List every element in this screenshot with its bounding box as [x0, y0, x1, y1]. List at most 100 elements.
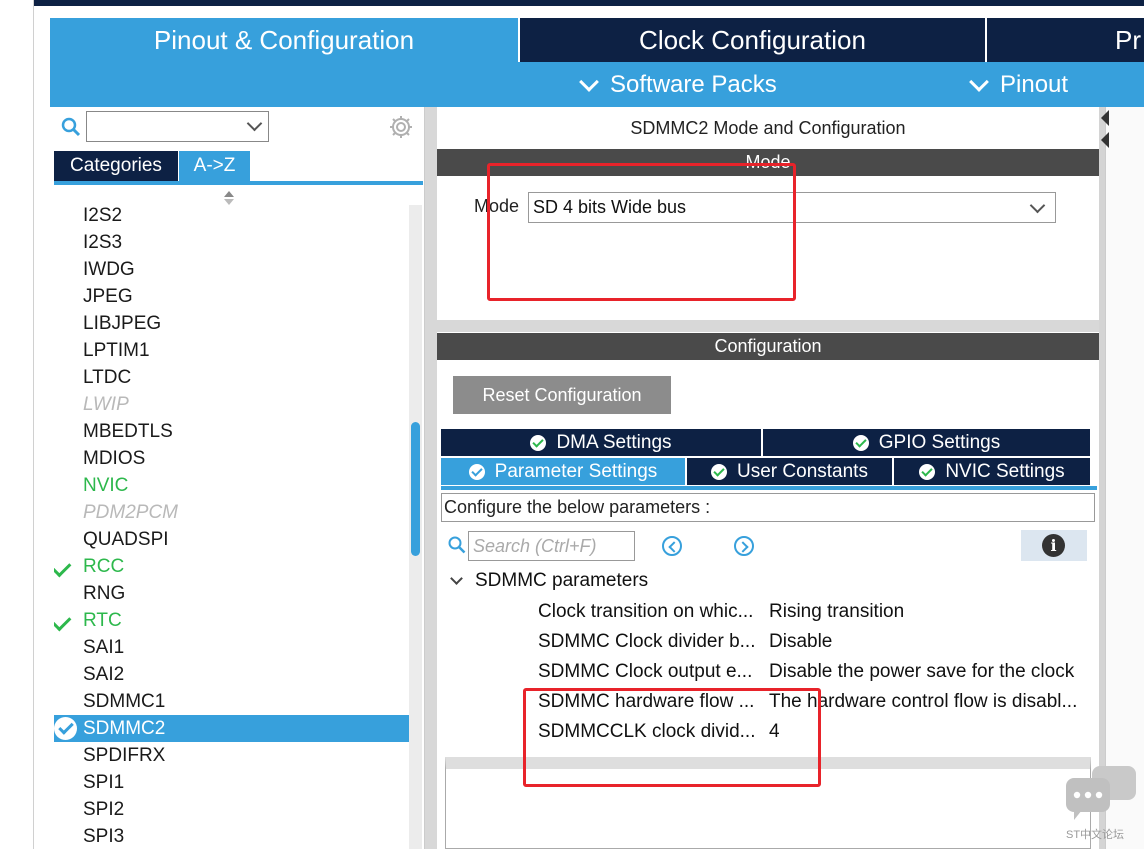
peripheral-item[interactable]: IWDG	[54, 256, 409, 283]
tab-clock-configuration[interactable]: Clock Configuration	[520, 18, 985, 62]
peripheral-item-label: SPDIFRX	[83, 745, 166, 766]
tab-project-manager[interactable]: Pr	[987, 18, 1144, 62]
panel-splitter[interactable]	[425, 107, 437, 849]
peripheral-item[interactable]: MBEDTLS	[54, 418, 409, 445]
peripheral-item[interactable]: SPI3	[54, 823, 409, 849]
peripheral-item-label: SDMMC1	[83, 691, 166, 712]
peripheral-item[interactable]: MDIOS	[54, 445, 409, 472]
peripheral-item[interactable]: SPI2	[54, 796, 409, 823]
section-divider	[437, 320, 1099, 332]
highlight-box-parameters	[523, 688, 821, 787]
check-circle-icon	[54, 717, 77, 740]
tab-a-to-z[interactable]: A->Z	[179, 151, 250, 181]
peripheral-item[interactable]: JPEG	[54, 283, 409, 310]
peripheral-item[interactable]: I2S3	[54, 229, 409, 256]
tab-nvic-settings[interactable]: NVIC Settings	[894, 458, 1090, 485]
tab-underline	[54, 181, 423, 185]
software-packs-menu[interactable]: Software Packs	[579, 62, 777, 107]
pinout-view-pane	[1105, 107, 1144, 849]
peripheral-item[interactable]: RTC	[54, 607, 409, 634]
software-packs-label: Software Packs	[610, 70, 777, 98]
peripheral-item[interactable]: SPDIFRX	[54, 742, 409, 769]
peripheral-item[interactable]: RNG	[54, 580, 409, 607]
peripheral-item[interactable]: SDMMC1	[54, 688, 409, 715]
next-match-icon[interactable]	[734, 536, 754, 556]
peripheral-item-label: SPI3	[83, 826, 125, 847]
peripheral-item-label: SPI1	[83, 772, 125, 793]
peripheral-item-label: SPI2	[83, 799, 125, 820]
parameter-group-label[interactable]: SDMMC parameters	[475, 570, 648, 592]
peripheral-item-label: PDM2PCM	[83, 502, 179, 523]
search-icon[interactable]	[61, 117, 81, 137]
check-icon	[54, 611, 72, 632]
parameter-row[interactable]: SDMMC Clock divider b... Disable	[538, 627, 1088, 657]
check-icon	[54, 557, 72, 578]
peripheral-item-label: MDIOS	[83, 448, 146, 469]
peripheral-item-label: SAI2	[83, 664, 125, 685]
gear-icon[interactable]	[388, 114, 414, 140]
sort-icon[interactable]	[223, 190, 235, 206]
highlight-box-mode	[487, 163, 796, 301]
peripheral-item[interactable]: NVIC	[54, 472, 409, 499]
info-button[interactable]: i	[1021, 530, 1087, 561]
peripheral-item[interactable]: SDMMC2	[54, 715, 409, 742]
tab-parameter-settings[interactable]: Parameter Settings	[441, 458, 685, 485]
parameter-search-input[interactable]: Search (Ctrl+F)	[468, 531, 635, 561]
tab-label: Parameter Settings	[494, 460, 658, 482]
peripheral-item[interactable]: LIBJPEG	[54, 310, 409, 337]
window-left-gutter	[0, 0, 34, 849]
chevron-down-icon	[1029, 197, 1046, 214]
parameter-name: SDMMC Clock output e...	[538, 661, 753, 682]
scrollbar-thumb[interactable]	[411, 422, 420, 556]
chevron-down-icon	[579, 71, 599, 92]
peripheral-item[interactable]: LPTIM1	[54, 337, 409, 364]
tab-gpio-settings[interactable]: GPIO Settings	[763, 429, 1090, 456]
pinout-menu-label: Pinout	[1000, 70, 1069, 98]
peripheral-item[interactable]: LTDC	[54, 364, 409, 391]
tab-underline	[441, 486, 1097, 490]
pinout-menu[interactable]: Pinout	[969, 62, 1069, 107]
peripheral-item-label: LPTIM1	[83, 340, 150, 361]
parameter-value[interactable]: Disable	[769, 627, 1087, 657]
peripheral-item-label: LTDC	[83, 367, 132, 388]
reset-configuration-button[interactable]: Reset Configuration	[453, 376, 671, 414]
peripheral-item[interactable]: SAI2	[54, 661, 409, 688]
peripheral-search-combo[interactable]	[86, 111, 269, 142]
peripheral-item[interactable]: I2S2	[54, 205, 409, 229]
parameter-row[interactable]: SDMMC Clock output e... Disable the power…	[538, 657, 1088, 687]
search-icon	[448, 536, 466, 554]
peripheral-item[interactable]: PDM2PCM	[54, 499, 409, 526]
tab-label: GPIO Settings	[878, 431, 1001, 453]
peripheral-item-label: LIBJPEG	[83, 313, 162, 334]
ok-check-icon	[919, 463, 936, 480]
peripheral-item-label: NVIC	[83, 475, 129, 496]
peripheral-item[interactable]: SPI1	[54, 769, 409, 796]
parameter-name: Clock transition on whic...	[538, 601, 754, 622]
pinout-view-collapsed	[1099, 107, 1144, 849]
peripheral-item[interactable]: QUADSPI	[54, 526, 409, 553]
ok-check-icon	[852, 434, 869, 451]
parameter-name: SDMMC Clock divider b...	[538, 631, 756, 652]
info-icon: i	[1042, 534, 1065, 557]
peripheral-item-label: IWDG	[83, 259, 135, 280]
previous-match-icon[interactable]	[662, 536, 682, 556]
parameter-value[interactable]: Rising transition	[769, 597, 1087, 627]
peripheral-item[interactable]: RCC	[54, 553, 409, 580]
tab-pinout-configuration[interactable]: Pinout & Configuration	[50, 18, 518, 62]
tab-user-constants[interactable]: User Constants	[687, 458, 892, 485]
parameters-hint: Configure the below parameters :	[441, 493, 1095, 522]
collapse-left-icon[interactable]	[1101, 110, 1109, 126]
peripheral-item[interactable]: LWIP	[54, 391, 409, 418]
tab-dma-settings[interactable]: DMA Settings	[441, 429, 761, 456]
peripheral-item-label: I2S3	[83, 232, 123, 253]
parameter-row[interactable]: Clock transition on whic... Rising transi…	[538, 597, 1088, 627]
chevron-down-icon	[969, 71, 989, 92]
peripheral-item-label: MBEDTLS	[83, 421, 173, 442]
parameter-value[interactable]: Disable the power save for the clock	[769, 657, 1087, 687]
collapse-left-icon[interactable]	[1101, 132, 1109, 148]
peripheral-item[interactable]: SAI1	[54, 634, 409, 661]
ok-check-icon	[711, 463, 728, 480]
tab-label: NVIC Settings	[945, 460, 1065, 482]
tab-categories[interactable]: Categories	[54, 151, 178, 181]
chevron-down-icon	[246, 115, 263, 132]
